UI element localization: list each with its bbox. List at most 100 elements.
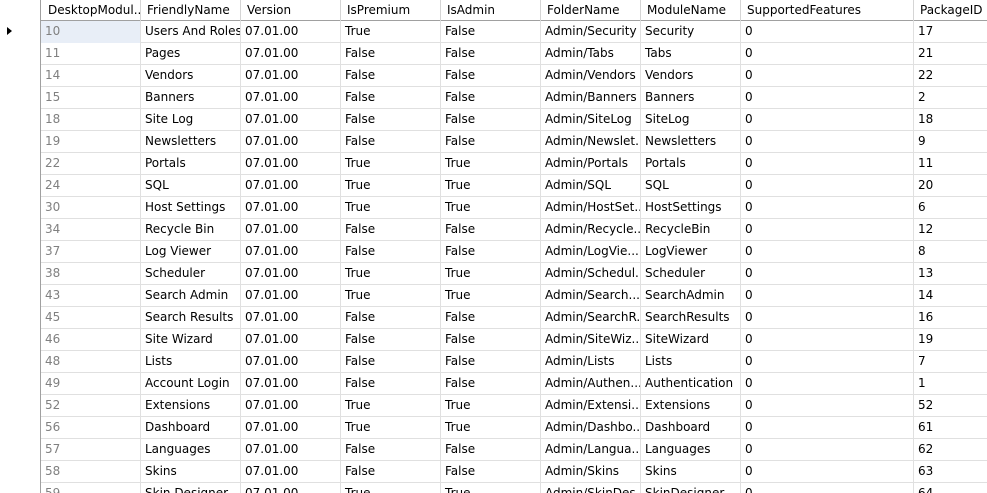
cell-modulename[interactable]: SiteLog: [641, 109, 741, 131]
cell-isadmin[interactable]: True: [441, 197, 541, 219]
cell-ispremium[interactable]: False: [341, 439, 441, 461]
row-selector[interactable]: [0, 263, 41, 285]
cell-foldername[interactable]: Admin/SiteWiz...: [541, 329, 641, 351]
cell-version[interactable]: 07.01.00: [241, 175, 341, 197]
cell-packageid[interactable]: 20: [914, 175, 987, 197]
cell-modulename[interactable]: Languages: [641, 439, 741, 461]
cell-friendlyname[interactable]: Account Login: [141, 373, 241, 395]
row-selector[interactable]: [0, 21, 41, 43]
cell-friendlyname[interactable]: Languages: [141, 439, 241, 461]
cell-friendlyname[interactable]: Users And Roles: [141, 21, 241, 43]
cell-ispremium[interactable]: True: [341, 175, 441, 197]
cell-friendlyname[interactable]: Skin Designer: [141, 483, 241, 493]
cell-supportedfeatures[interactable]: 0: [741, 329, 914, 351]
cell-ispremium[interactable]: False: [341, 219, 441, 241]
cell-version[interactable]: 07.01.00: [241, 263, 341, 285]
cell-desktopmoduleid[interactable]: 52: [41, 395, 141, 417]
cell-packageid[interactable]: 64: [914, 483, 987, 493]
cell-modulename[interactable]: Banners: [641, 87, 741, 109]
cell-ispremium[interactable]: False: [341, 329, 441, 351]
cell-supportedfeatures[interactable]: 0: [741, 483, 914, 493]
cell-ispremium[interactable]: False: [341, 373, 441, 395]
cell-version[interactable]: 07.01.00: [241, 65, 341, 87]
table-row[interactable]: 59 Skin Designer 07.01.00 True True Admin/Ski…: [0, 483, 987, 493]
cell-desktopmoduleid[interactable]: 19: [41, 131, 141, 153]
cell-isadmin[interactable]: False: [441, 87, 541, 109]
cell-isadmin[interactable]: True: [441, 417, 541, 439]
table-row[interactable]: 45 Search Results 07.01.00 False False Admin/…: [0, 307, 987, 329]
cell-desktopmoduleid[interactable]: 38: [41, 263, 141, 285]
cell-supportedfeatures[interactable]: 0: [741, 175, 914, 197]
cell-isadmin[interactable]: False: [441, 131, 541, 153]
table-row[interactable]: 11 Pages 07.01.00 False False Admin/Tabs Tabs 0…: [0, 43, 987, 65]
cell-foldername[interactable]: Admin/SQL: [541, 175, 641, 197]
column-header-isadmin[interactable]: IsAdmin: [441, 0, 541, 21]
cell-modulename[interactable]: LogViewer: [641, 241, 741, 263]
table-row[interactable]: 43 Search Admin 07.01.00 True True Admin/Sear…: [0, 285, 987, 307]
cell-modulename[interactable]: SQL: [641, 175, 741, 197]
cell-packageid[interactable]: 13: [914, 263, 987, 285]
column-header-packageid[interactable]: PackageID: [914, 0, 987, 21]
cell-foldername[interactable]: Admin/SearchR...: [541, 307, 641, 329]
cell-friendlyname[interactable]: Search Admin: [141, 285, 241, 307]
cell-desktopmoduleid[interactable]: 49: [41, 373, 141, 395]
cell-foldername[interactable]: Admin/Vendors: [541, 65, 641, 87]
table-row[interactable]: 10 Users And Roles 07.01.00 True False Admin/…: [0, 21, 987, 43]
cell-packageid[interactable]: 2: [914, 87, 987, 109]
cell-supportedfeatures[interactable]: 0: [741, 263, 914, 285]
cell-friendlyname[interactable]: Pages: [141, 43, 241, 65]
cell-supportedfeatures[interactable]: 0: [741, 153, 914, 175]
cell-ispremium[interactable]: True: [341, 483, 441, 493]
cell-ispremium[interactable]: False: [341, 87, 441, 109]
cell-isadmin[interactable]: True: [441, 285, 541, 307]
cell-modulename[interactable]: Tabs: [641, 43, 741, 65]
cell-desktopmoduleid[interactable]: 46: [41, 329, 141, 351]
cell-foldername[interactable]: Admin/Skins: [541, 461, 641, 483]
cell-foldername[interactable]: Admin/Search...: [541, 285, 641, 307]
cell-foldername[interactable]: Admin/Tabs: [541, 43, 641, 65]
cell-supportedfeatures[interactable]: 0: [741, 219, 914, 241]
cell-ispremium[interactable]: False: [341, 351, 441, 373]
column-header-supportedfeatures[interactable]: SupportedFeatures: [741, 0, 914, 21]
cell-friendlyname[interactable]: Banners: [141, 87, 241, 109]
cell-packageid[interactable]: 21: [914, 43, 987, 65]
table-row[interactable]: 49 Account Login 07.01.00 False False Admin/A…: [0, 373, 987, 395]
cell-version[interactable]: 07.01.00: [241, 351, 341, 373]
cell-version[interactable]: 07.01.00: [241, 109, 341, 131]
cell-ispremium[interactable]: False: [341, 241, 441, 263]
cell-friendlyname[interactable]: Scheduler: [141, 263, 241, 285]
cell-packageid[interactable]: 52: [914, 395, 987, 417]
cell-ispremium[interactable]: True: [341, 263, 441, 285]
cell-desktopmoduleid[interactable]: 37: [41, 241, 141, 263]
cell-modulename[interactable]: HostSettings: [641, 197, 741, 219]
cell-packageid[interactable]: 12: [914, 219, 987, 241]
cell-version[interactable]: 07.01.00: [241, 153, 341, 175]
cell-version[interactable]: 07.01.00: [241, 21, 341, 43]
cell-modulename[interactable]: SiteWizard: [641, 329, 741, 351]
cell-ispremium[interactable]: True: [341, 153, 441, 175]
cell-version[interactable]: 07.01.00: [241, 43, 341, 65]
table-row[interactable]: 57 Languages 07.01.00 False False Admin/Langu…: [0, 439, 987, 461]
cell-modulename[interactable]: Lists: [641, 351, 741, 373]
cell-desktopmoduleid[interactable]: 59: [41, 483, 141, 493]
cell-desktopmoduleid[interactable]: 48: [41, 351, 141, 373]
cell-friendlyname[interactable]: Log Viewer: [141, 241, 241, 263]
cell-desktopmoduleid[interactable]: 24: [41, 175, 141, 197]
cell-version[interactable]: 07.01.00: [241, 373, 341, 395]
cell-foldername[interactable]: Admin/HostSet...: [541, 197, 641, 219]
table-row[interactable]: 38 Scheduler 07.01.00 True True Admin/Schedul…: [0, 263, 987, 285]
cell-version[interactable]: 07.01.00: [241, 307, 341, 329]
cell-ispremium[interactable]: False: [341, 461, 441, 483]
row-selector[interactable]: [0, 285, 41, 307]
cell-desktopmoduleid[interactable]: 18: [41, 109, 141, 131]
table-row[interactable]: 22 Portals 07.01.00 True True Admin/Portals Po…: [0, 153, 987, 175]
cell-version[interactable]: 07.01.00: [241, 197, 341, 219]
table-row[interactable]: 52 Extensions 07.01.00 True True Admin/Extens…: [0, 395, 987, 417]
cell-version[interactable]: 07.01.00: [241, 395, 341, 417]
cell-modulename[interactable]: Skins: [641, 461, 741, 483]
cell-desktopmoduleid[interactable]: 57: [41, 439, 141, 461]
cell-packageid[interactable]: 22: [914, 65, 987, 87]
cell-packageid[interactable]: 19: [914, 329, 987, 351]
cell-desktopmoduleid[interactable]: 15: [41, 87, 141, 109]
cell-modulename[interactable]: Newsletters: [641, 131, 741, 153]
